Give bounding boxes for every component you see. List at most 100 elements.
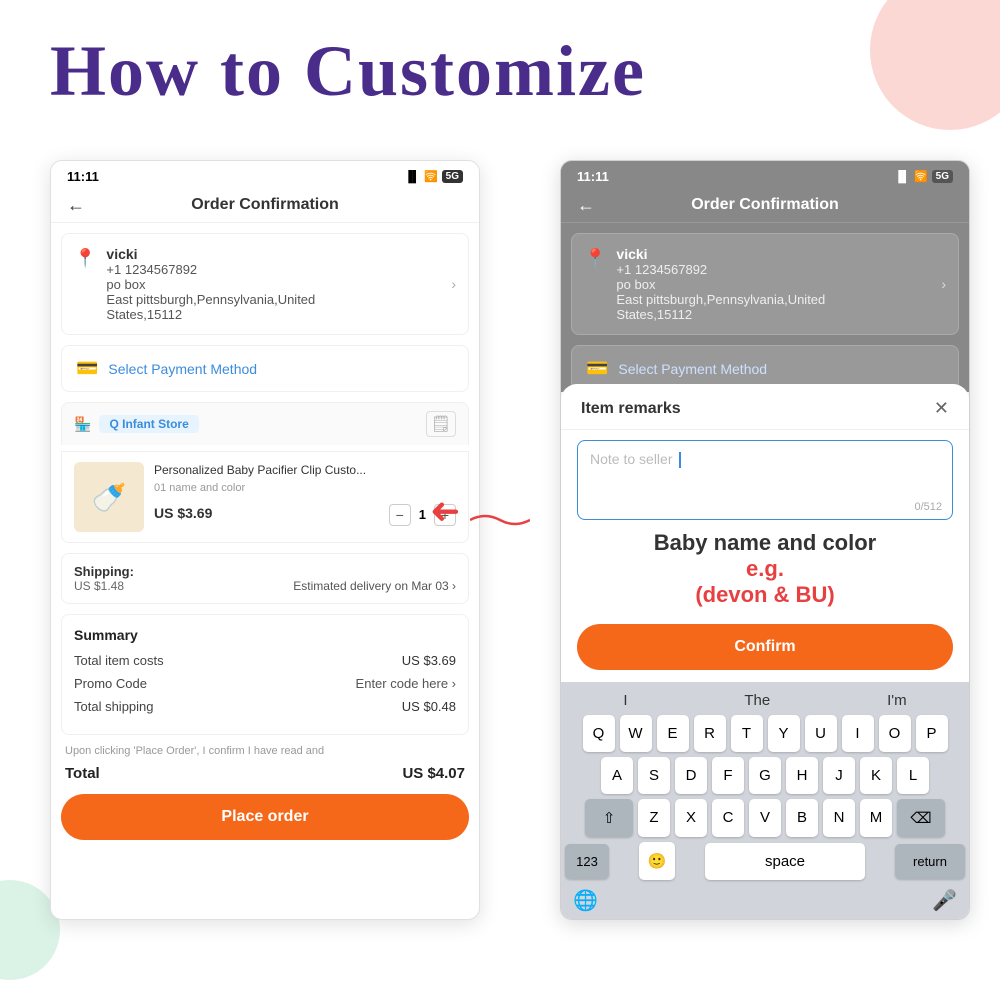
shipping-label: Shipping: bbox=[74, 564, 134, 579]
suggestion-im[interactable]: I'm bbox=[887, 692, 907, 709]
left-status-icons: ▐▌ 🛜 5G bbox=[404, 170, 463, 183]
right-address-phone: +1 1234567892 bbox=[616, 262, 946, 277]
hint-eg-label: e.g. bbox=[746, 556, 784, 581]
item-remarks-modal: Item remarks ✕ Note to seller 0/512 Baby… bbox=[561, 384, 969, 919]
total-shipping-label: Total shipping bbox=[74, 699, 154, 714]
left-shipping-row: Shipping: US $1.48 Estimated delivery on… bbox=[61, 553, 469, 604]
left-address-line2: East pittsburgh,Pennsylvania,United bbox=[106, 292, 456, 307]
signal-icon: ▐▌ bbox=[404, 171, 420, 183]
key-r[interactable]: R bbox=[694, 715, 726, 752]
address-chevron-icon: › bbox=[451, 276, 456, 292]
key-p[interactable]: P bbox=[916, 715, 948, 752]
left-payment-text: Select Payment Method bbox=[108, 361, 257, 377]
text-cursor bbox=[679, 452, 681, 468]
product-price: US $3.69 bbox=[154, 505, 212, 521]
note-placeholder: Note to seller bbox=[590, 451, 672, 467]
key-g[interactable]: G bbox=[749, 757, 781, 794]
key-w[interactable]: W bbox=[620, 715, 652, 752]
left-address-card[interactable]: 📍 vicki +1 1234567892 po box East pittsb… bbox=[61, 233, 469, 335]
right-address-name: vicki bbox=[616, 246, 946, 262]
key-s[interactable]: S bbox=[638, 757, 670, 794]
key-k[interactable]: K bbox=[860, 757, 892, 794]
keyboard-bottom-row: 123 🙂 space return bbox=[565, 842, 965, 880]
key-y[interactable]: Y bbox=[768, 715, 800, 752]
right-wifi-icon: 🛜 bbox=[914, 170, 928, 183]
store-icon: 🏪 bbox=[74, 416, 91, 433]
store-name: Q Infant Store bbox=[99, 415, 198, 433]
suggestion-the[interactable]: The bbox=[744, 692, 770, 709]
right-address-chevron-icon: › bbox=[941, 276, 946, 292]
suggestion-i[interactable]: I bbox=[623, 692, 627, 709]
qty-value: 1 bbox=[419, 507, 426, 522]
left-time: 11:11 bbox=[67, 169, 99, 184]
right-back-button[interactable]: ← bbox=[577, 195, 595, 216]
key-h[interactable]: H bbox=[786, 757, 818, 794]
key-i[interactable]: I bbox=[842, 715, 874, 752]
right-nav-bar: ← Order Confirmation bbox=[561, 188, 969, 223]
left-back-button[interactable]: ← bbox=[67, 195, 85, 216]
key-z[interactable]: Z bbox=[638, 799, 670, 837]
key-a[interactable]: A bbox=[601, 757, 633, 794]
summary-promo-row[interactable]: Promo Code Enter code here › bbox=[74, 676, 456, 691]
numbers-key[interactable]: 123 bbox=[565, 844, 609, 879]
key-j[interactable]: J bbox=[823, 757, 855, 794]
hint-example: (devon & BU) bbox=[695, 582, 834, 607]
key-l[interactable]: L bbox=[897, 757, 929, 794]
modal-close-button[interactable]: ✕ bbox=[934, 398, 949, 419]
total-row: Total US $4.07 bbox=[61, 765, 469, 782]
qty-decrease-btn[interactable]: − bbox=[389, 504, 411, 526]
emoji-key[interactable]: 🙂 bbox=[639, 842, 675, 880]
total-label: Total bbox=[65, 765, 100, 782]
carrier-badge: 5G bbox=[442, 170, 463, 183]
right-signal-icon: ▐▌ bbox=[894, 171, 910, 183]
promo-label: Promo Code bbox=[74, 676, 147, 691]
right-time: 11:11 bbox=[577, 169, 609, 184]
red-arrow-icon: ➜ bbox=[430, 490, 460, 532]
left-address-phone: +1 1234567892 bbox=[106, 262, 456, 277]
keyboard-row-2: A S D F G H J K L bbox=[565, 757, 965, 794]
shift-key[interactable]: ⇧ bbox=[585, 799, 633, 837]
delete-key[interactable]: ⌫ bbox=[897, 799, 945, 837]
key-x[interactable]: X bbox=[675, 799, 707, 837]
product-info: Personalized Baby Pacifier Clip Custo...… bbox=[154, 462, 456, 532]
key-c[interactable]: C bbox=[712, 799, 744, 837]
right-phone-screenshot: 11:11 ▐▌ 🛜 5G ← Order Confirmation 📍 vic… bbox=[560, 160, 970, 920]
key-m[interactable]: M bbox=[860, 799, 892, 837]
summary-shipping-row: Total shipping US $0.48 bbox=[74, 699, 456, 714]
key-b[interactable]: B bbox=[786, 799, 818, 837]
key-e[interactable]: E bbox=[657, 715, 689, 752]
globe-icon[interactable]: 🌐 bbox=[573, 888, 598, 913]
return-key[interactable]: return bbox=[895, 844, 965, 879]
left-payment-row[interactable]: 💳 Select Payment Method bbox=[61, 345, 469, 392]
space-key[interactable]: space bbox=[705, 843, 865, 880]
left-address-line3: States,15112 bbox=[106, 307, 456, 322]
product-name: Personalized Baby Pacifier Clip Custo... bbox=[154, 462, 456, 479]
deco-circle-top-right bbox=[870, 0, 1000, 130]
mic-icon[interactable]: 🎤 bbox=[932, 888, 957, 913]
key-n[interactable]: N bbox=[823, 799, 855, 837]
left-address-name: vicki bbox=[106, 246, 456, 262]
right-header-dimmed: 11:11 ▐▌ 🛜 5G ← Order Confirmation 📍 vic… bbox=[561, 161, 969, 392]
confirm-button[interactable]: Confirm bbox=[577, 624, 953, 670]
right-address-card[interactable]: 📍 vicki +1 1234567892 po box East pittsb… bbox=[571, 233, 959, 335]
note-icon[interactable]: 🗒 bbox=[426, 411, 456, 437]
key-u[interactable]: U bbox=[805, 715, 837, 752]
left-nav-bar: ← Order Confirmation bbox=[51, 188, 479, 223]
note-to-seller-input[interactable]: Note to seller 0/512 bbox=[577, 440, 953, 520]
keyboard-row-3: ⇧ Z X C V B N M ⌫ bbox=[565, 799, 965, 837]
key-t[interactable]: T bbox=[731, 715, 763, 752]
shipping-cost: US $1.48 bbox=[74, 579, 134, 593]
baby-hint: Baby name and color e.g. (devon & BU) bbox=[577, 530, 953, 608]
product-image: 🍼 bbox=[74, 462, 144, 532]
modal-header: Item remarks ✕ bbox=[561, 384, 969, 430]
key-f[interactable]: F bbox=[712, 757, 744, 794]
squiggle-line bbox=[470, 510, 530, 530]
shipping-delivery: Estimated delivery on Mar 03 › bbox=[293, 579, 456, 593]
place-order-button[interactable]: Place order bbox=[61, 794, 469, 840]
key-v[interactable]: V bbox=[749, 799, 781, 837]
right-address-line1: po box bbox=[616, 277, 946, 292]
right-payment-icon: 💳 bbox=[586, 358, 608, 379]
key-d[interactable]: D bbox=[675, 757, 707, 794]
key-q[interactable]: Q bbox=[583, 715, 615, 752]
key-o[interactable]: O bbox=[879, 715, 911, 752]
